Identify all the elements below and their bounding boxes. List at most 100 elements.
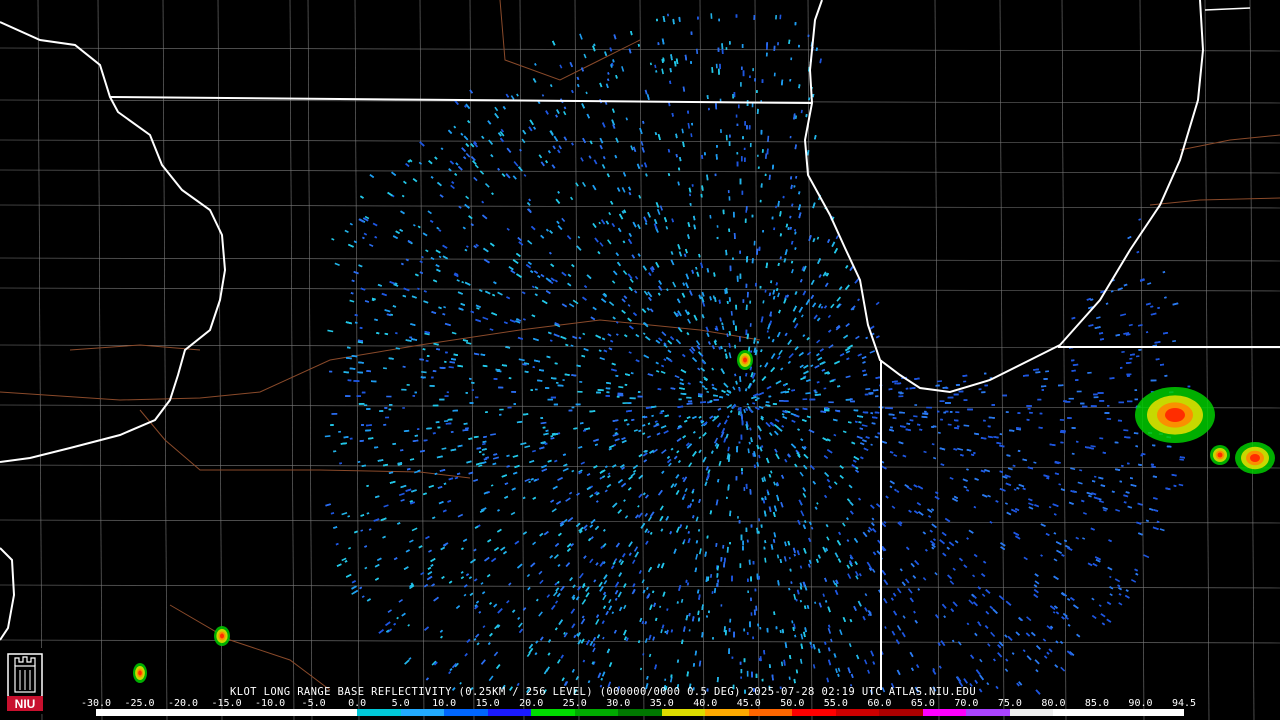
radar-echo-pixel — [934, 572, 938, 576]
radar-echo-pixel — [506, 227, 510, 231]
radar-echo-pixel — [423, 290, 427, 293]
radar-echo-pixel — [855, 335, 860, 340]
radar-echo-pixel — [747, 448, 750, 454]
radar-echo-pixel — [749, 300, 752, 304]
radar-echo-pixel — [428, 484, 434, 489]
radar-echo-pixel — [641, 579, 645, 584]
radar-echo-pixel — [1004, 668, 1009, 673]
radar-echo-pixel — [749, 75, 751, 79]
radar-echo-pixel — [1059, 419, 1065, 421]
county-line — [97, 0, 103, 720]
radar-echo-pixel — [773, 72, 776, 77]
radar-echo-pixel — [1045, 370, 1050, 373]
radar-echo-pixel — [541, 94, 545, 97]
radar-echo-pixel — [695, 553, 699, 560]
radar-echo-pixel — [793, 593, 797, 601]
radar-echo-pixel — [608, 211, 612, 216]
radar-echo-pixel — [570, 196, 574, 201]
radar-echo-pixel — [1098, 604, 1102, 608]
radar-echo-pixel — [364, 566, 368, 570]
radar-echo-pixel — [648, 653, 652, 658]
radar-echo-pixel — [656, 208, 661, 216]
radar-echo-pixel — [499, 408, 504, 411]
radar-echo-pixel — [517, 616, 521, 620]
radar-echo-pixel — [427, 210, 432, 215]
radar-echo-pixel — [1093, 475, 1097, 478]
radar-echo-pixel — [720, 129, 722, 133]
radar-echo-pixel — [837, 667, 841, 672]
county-line — [1061, 0, 1067, 720]
radar-echo-pixel — [990, 631, 996, 638]
radar-echo-pixel — [713, 394, 718, 397]
radar-echo-pixel — [383, 367, 387, 370]
radar-echo-pixel — [695, 340, 701, 346]
radar-echo-pixel — [1079, 469, 1083, 472]
radar-echo-pixel — [414, 470, 419, 474]
radar-echo-pixel — [465, 152, 471, 158]
radar-echo-pixel — [601, 475, 606, 479]
radar-echo-pixel — [1096, 316, 1101, 320]
radar-echo-pixel — [349, 222, 353, 226]
radar-echo-pixel — [727, 190, 730, 194]
radar-echo-pixel — [611, 280, 616, 284]
radar-echo-pixel — [565, 497, 571, 502]
radar-echo-pixel — [459, 681, 462, 685]
radar-echo-pixel — [644, 638, 648, 644]
radar-echo-pixel — [746, 670, 749, 677]
county-line — [1139, 0, 1145, 720]
radar-echo-pixel — [835, 668, 838, 674]
radar-echo-pixel — [363, 404, 368, 407]
radar-echo-pixel — [1004, 502, 1008, 505]
radar-echo-pixel — [654, 64, 657, 69]
radar-echo-pixel — [524, 445, 531, 449]
radar-echo-pixel — [725, 393, 730, 397]
radar-echo-pixel — [830, 638, 833, 643]
radar-echo-pixel — [644, 512, 648, 517]
radar-echo-pixel — [361, 595, 365, 598]
radar-echo-pixel — [1026, 655, 1032, 661]
radar-echo-pixel — [861, 424, 868, 428]
radar-echo-pixel — [864, 593, 868, 597]
radar-echo-pixel — [637, 504, 640, 508]
radar-echo-pixel — [713, 588, 717, 594]
radar-echo-pixel — [968, 599, 974, 605]
radar-echo-pixel — [568, 491, 573, 495]
radar-echo-pixel — [907, 588, 913, 594]
radar-echo-pixel — [1007, 467, 1013, 471]
radar-echo-pixel — [746, 632, 749, 635]
radar-echo-pixel — [828, 401, 834, 404]
highway-line — [0, 319, 761, 401]
county-line — [162, 0, 168, 720]
radar-echo-pixel — [788, 352, 794, 359]
radar-echo-pixel — [857, 353, 862, 357]
radar-echo-pixel — [667, 13, 669, 17]
radar-echo-pixel — [711, 367, 715, 371]
radar-echo-pixel — [621, 309, 626, 314]
radar-echo-pixel — [338, 430, 342, 433]
radar-echo-pixel — [1076, 390, 1082, 393]
county-line — [469, 0, 475, 720]
radar-echo-pixel — [989, 520, 993, 524]
radar-echo-pixel — [1053, 558, 1058, 562]
radar-echo-pixel — [747, 590, 749, 594]
radar-echo-pixel — [778, 349, 783, 356]
radar-echo-pixel — [558, 145, 562, 150]
radar-echo-pixel — [1043, 655, 1048, 659]
radar-echo-pixel — [750, 597, 752, 602]
radar-echo-pixel — [773, 532, 777, 538]
radar-echo-pixel — [710, 13, 713, 19]
radar-echo-pixel — [461, 280, 465, 284]
radar-echo-pixel — [538, 611, 543, 617]
radar-echo-pixel — [756, 462, 759, 467]
radar-echo-pixel — [963, 424, 970, 427]
radar-echo-pixel — [411, 527, 418, 532]
radar-echo-pixel — [383, 504, 389, 508]
radar-echo-pixel — [465, 195, 470, 200]
radar-echo-pixel — [752, 402, 756, 405]
radar-echo-pixel — [474, 164, 479, 169]
radar-echo-pixel — [732, 386, 736, 391]
radar-echo-pixel — [599, 357, 606, 361]
radar-echo-pixel — [489, 328, 494, 331]
radar-echo-pixel — [706, 390, 710, 393]
radar-echo-pixel — [694, 650, 698, 656]
